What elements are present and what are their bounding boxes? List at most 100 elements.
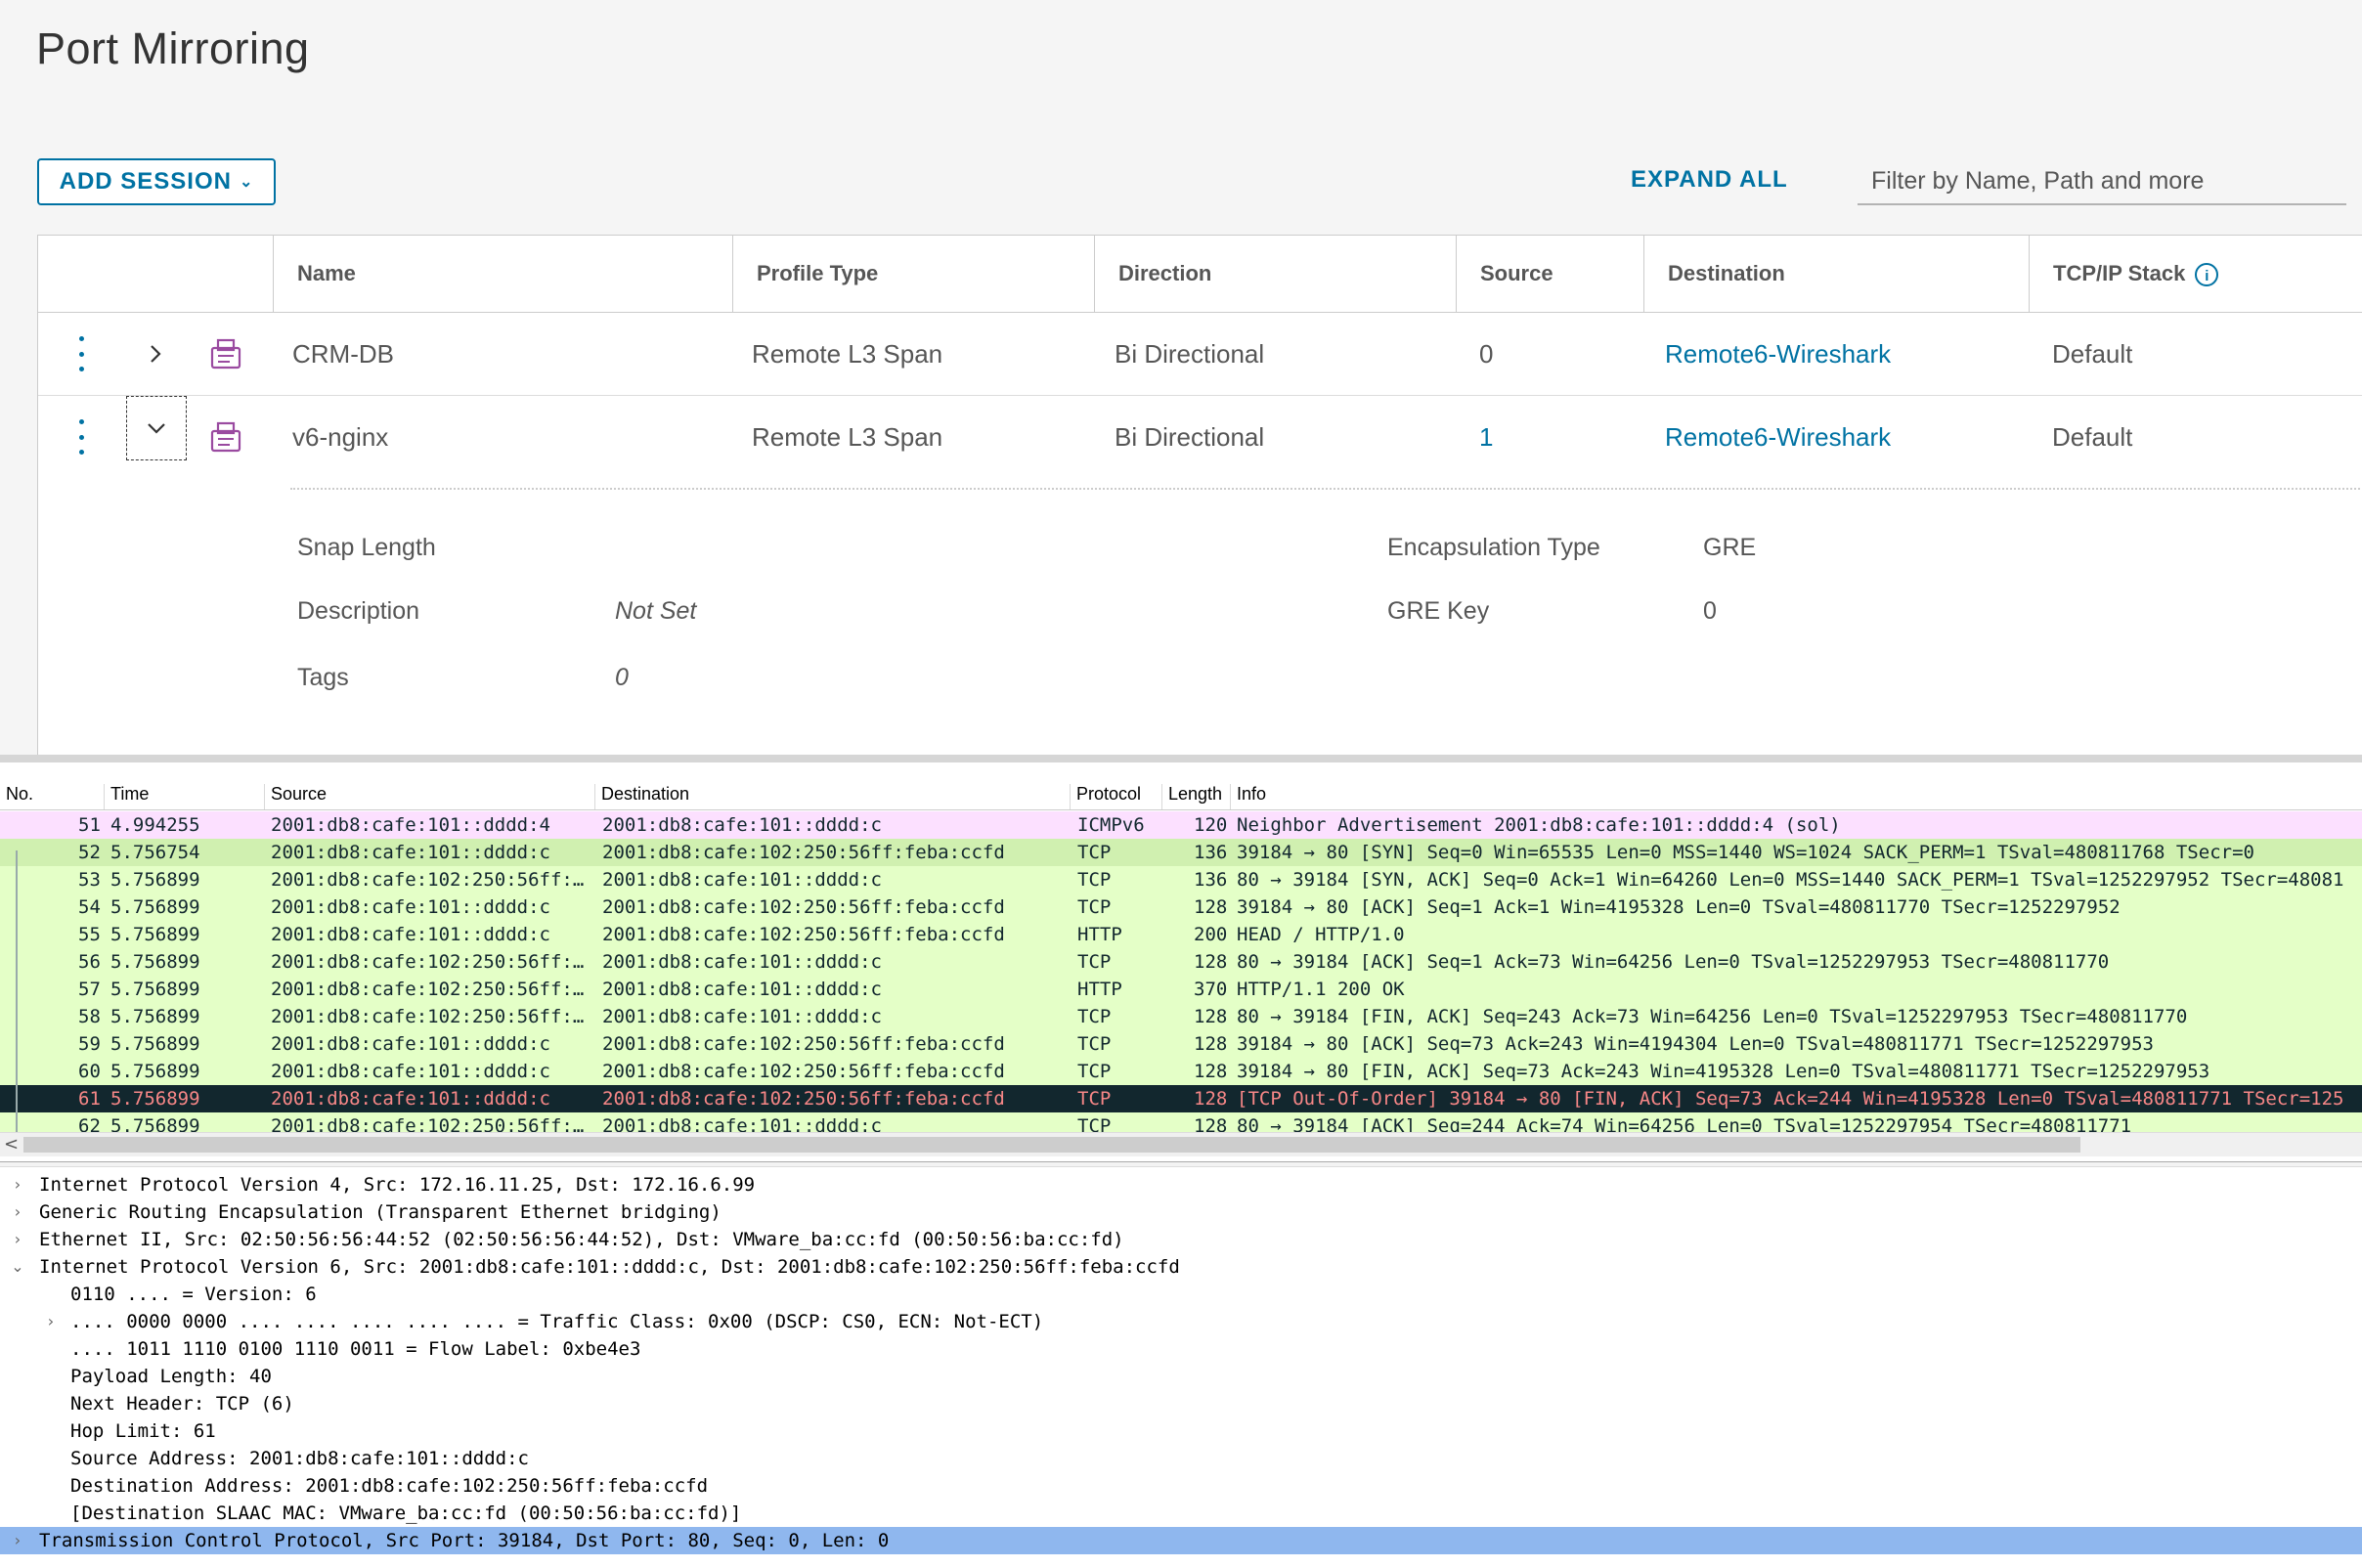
column-header-time[interactable]: Time xyxy=(104,784,268,809)
gre-key-label: GRE Key xyxy=(1387,597,1490,625)
packet-row[interactable]: 51 4.994255 2001:db8:cafe:101::dddd:4 20… xyxy=(0,811,2362,839)
info-icon[interactable]: i xyxy=(2195,263,2219,287)
column-header-source[interactable]: Source xyxy=(1456,236,1643,312)
packet-length: 128 xyxy=(1194,1033,1228,1055)
packet-info: HTTP/1.1 200 OK xyxy=(1237,979,1405,1000)
port-mirroring-panel: Port Mirroring ADD SESSION ⌄ EXPAND ALL … xyxy=(0,0,2362,755)
detail-text: Hop Limit: 61 xyxy=(70,1420,216,1442)
packet-row[interactable]: 61 5.756899 2001:db8:cafe:101::dddd:c 20… xyxy=(0,1085,2362,1112)
packet-info: 39184 → 80 [FIN, ACK] Seq=73 Ack=243 Win… xyxy=(1237,1061,2210,1082)
packet-no: 51 xyxy=(78,814,101,836)
row-actions-icon[interactable] xyxy=(77,336,85,371)
scroll-left-icon[interactable]: < xyxy=(4,1133,19,1156)
session-name: v6-nginx xyxy=(292,422,389,452)
detail-tree-item[interactable]: 0110 .... = Version: 6 xyxy=(0,1281,2362,1308)
detail-tree-item[interactable]: › Ethernet II, Src: 02:50:56:56:44:52 (02… xyxy=(0,1226,2362,1253)
chevron-down-icon[interactable]: ⌄ xyxy=(8,1253,27,1281)
chevron-down-icon: ⌄ xyxy=(239,174,254,191)
packet-row[interactable]: 55 5.756899 2001:db8:cafe:101::dddd:c 20… xyxy=(0,921,2362,948)
packet-destination: 2001:db8:cafe:102:250:56ff:feba:ccfd xyxy=(602,1033,1005,1055)
detail-text: Ethernet II, Src: 02:50:56:56:44:52 (02:… xyxy=(39,1229,1124,1250)
detail-tree-item[interactable]: Source Address: 2001:db8:cafe:101::dddd:… xyxy=(0,1445,2362,1472)
column-header-tcpip-stack[interactable]: TCP/IP Stack i xyxy=(2029,236,2362,312)
detail-tree-item[interactable]: .... 1011 1110 0100 1110 0011 = Flow Lab… xyxy=(0,1335,2362,1363)
session-source-link[interactable]: 1 xyxy=(1479,396,1493,478)
gre-key-value: 0 xyxy=(1703,597,1717,625)
column-header-direction[interactable]: Direction xyxy=(1094,236,1456,312)
row-actions-icon[interactable] xyxy=(77,419,85,455)
detail-text: Transmission Control Protocol, Src Port:… xyxy=(39,1530,890,1551)
session-source: 0 xyxy=(1479,339,1494,369)
detail-tree-item[interactable]: Payload Length: 40 xyxy=(0,1363,2362,1390)
column-label: Destination xyxy=(1668,261,1785,285)
packet-row[interactable]: 56 5.756899 2001:db8:cafe:102:250:56ff:…… xyxy=(0,948,2362,976)
detail-tree-item[interactable]: Next Header: TCP (6) xyxy=(0,1390,2362,1417)
packet-no: 62 xyxy=(78,1115,101,1132)
chevron-right-icon[interactable]: › xyxy=(41,1308,61,1335)
packet-info: 80 → 39184 [ACK] Seq=244 Ack=74 Win=6425… xyxy=(1237,1115,2132,1132)
packet-protocol: HTTP xyxy=(1077,924,1122,945)
chevron-right-icon[interactable]: › xyxy=(8,1527,27,1554)
packet-destination: 2001:db8:cafe:101::dddd:c xyxy=(602,1115,882,1132)
packet-row[interactable]: 62 5.756899 2001:db8:cafe:102:250:56ff:…… xyxy=(0,1112,2362,1132)
column-header-source[interactable]: Source xyxy=(264,784,596,809)
session-row[interactable]: v6-nginx Remote L3 Span Bi Directional 1… xyxy=(38,396,2362,478)
detail-tree-item[interactable]: › .... 0000 0000 .... .... .... .... ....… xyxy=(0,1308,2362,1335)
detail-text: .... 1011 1110 0100 1110 0011 = Flow Lab… xyxy=(70,1338,641,1360)
scrollbar-thumb[interactable] xyxy=(23,1137,2080,1153)
packet-protocol: HTTP xyxy=(1077,979,1122,1000)
packet-source: 2001:db8:cafe:101::dddd:c xyxy=(271,842,550,863)
chevron-right-icon[interactable]: › xyxy=(8,1171,27,1198)
column-header-no[interactable]: No. xyxy=(0,784,108,809)
detail-text: Destination Address: 2001:db8:cafe:102:2… xyxy=(70,1475,709,1497)
chevron-right-icon[interactable]: › xyxy=(8,1226,27,1253)
packet-row[interactable]: 60 5.756899 2001:db8:cafe:101::dddd:c 20… xyxy=(0,1058,2362,1085)
detail-tree-item[interactable]: › Generic Routing Encapsulation (Transpar… xyxy=(0,1198,2362,1226)
chevron-down-icon[interactable] xyxy=(126,396,187,460)
detail-tree-item[interactable]: › Internet Protocol Version 4, Src: 172.1… xyxy=(0,1171,2362,1198)
detail-text: .... 0000 0000 .... .... .... .... .... … xyxy=(70,1311,1044,1332)
filter-input[interactable] xyxy=(1858,158,2346,205)
detail-tree-item[interactable]: Destination Address: 2001:db8:cafe:102:2… xyxy=(0,1472,2362,1500)
column-header-name[interactable]: Name xyxy=(273,236,732,312)
column-header-info[interactable]: Info xyxy=(1230,784,2362,809)
packet-row[interactable]: 54 5.756899 2001:db8:cafe:101::dddd:c 20… xyxy=(0,893,2362,921)
packet-protocol: TCP xyxy=(1077,896,1112,918)
expand-all-button[interactable]: EXPAND ALL xyxy=(1631,166,1788,194)
packet-source: 2001:db8:cafe:102:250:56ff:… xyxy=(271,979,585,1000)
session-row[interactable]: CRM-DB Remote L3 Span Bi Directional 0 R… xyxy=(38,313,2362,396)
add-session-button[interactable]: ADD SESSION ⌄ xyxy=(37,158,276,205)
packet-no: 53 xyxy=(78,869,101,891)
session-destination-link[interactable]: Remote6-Wireshark xyxy=(1665,313,1891,395)
sessions-grid: Name Profile Type Direction Source Desti… xyxy=(37,235,2362,755)
packet-row[interactable]: 52 5.756754 2001:db8:cafe:101::dddd:c 20… xyxy=(0,839,2362,866)
packet-list-scrollbar[interactable]: < xyxy=(0,1132,2362,1156)
packet-row[interactable]: 58 5.756899 2001:db8:cafe:102:250:56ff:…… xyxy=(0,1003,2362,1030)
packet-row[interactable]: 59 5.756899 2001:db8:cafe:101::dddd:c 20… xyxy=(0,1030,2362,1058)
detail-tree-item[interactable]: [Destination SLAAC MAC: VMware_ba:cc:fd … xyxy=(0,1500,2362,1527)
packet-length: 128 xyxy=(1194,896,1228,918)
session-profile-type: Remote L3 Span xyxy=(752,339,943,369)
conversation-bracket xyxy=(16,850,18,1132)
packet-source: 2001:db8:cafe:101::dddd:c xyxy=(271,1061,550,1082)
packet-destination: 2001:db8:cafe:101::dddd:c xyxy=(602,814,882,836)
column-header-protocol[interactable]: Protocol xyxy=(1070,784,1163,809)
detail-tree-item[interactable]: Hop Limit: 61 xyxy=(0,1417,2362,1445)
session-direction: Bi Directional xyxy=(1115,339,1265,369)
session-destination-link[interactable]: Remote6-Wireshark xyxy=(1665,396,1891,478)
packet-row[interactable]: 53 5.756899 2001:db8:cafe:102:250:56ff:…… xyxy=(0,866,2362,893)
packet-length: 136 xyxy=(1194,869,1228,891)
packet-no: 57 xyxy=(78,979,101,1000)
chevron-right-icon[interactable]: › xyxy=(8,1198,27,1226)
column-header-length[interactable]: Length xyxy=(1161,784,1234,809)
column-header-profile-type[interactable]: Profile Type xyxy=(732,236,1094,312)
packet-no: 56 xyxy=(78,951,101,973)
chevron-right-icon[interactable] xyxy=(126,332,185,375)
session-stack: Default xyxy=(2052,339,2133,369)
detail-tree-item[interactable]: ⌄ Internet Protocol Version 6, Src: 2001:… xyxy=(0,1253,2362,1281)
column-header-destination[interactable]: Destination xyxy=(594,784,1077,809)
packet-row[interactable]: 57 5.756899 2001:db8:cafe:102:250:56ff:…… xyxy=(0,976,2362,1003)
detail-tree-item-selected[interactable]: › Transmission Control Protocol, Src Port… xyxy=(0,1527,2362,1554)
column-header-destination[interactable]: Destination xyxy=(1643,236,2029,312)
detail-pane-divider[interactable] xyxy=(0,1161,2362,1167)
